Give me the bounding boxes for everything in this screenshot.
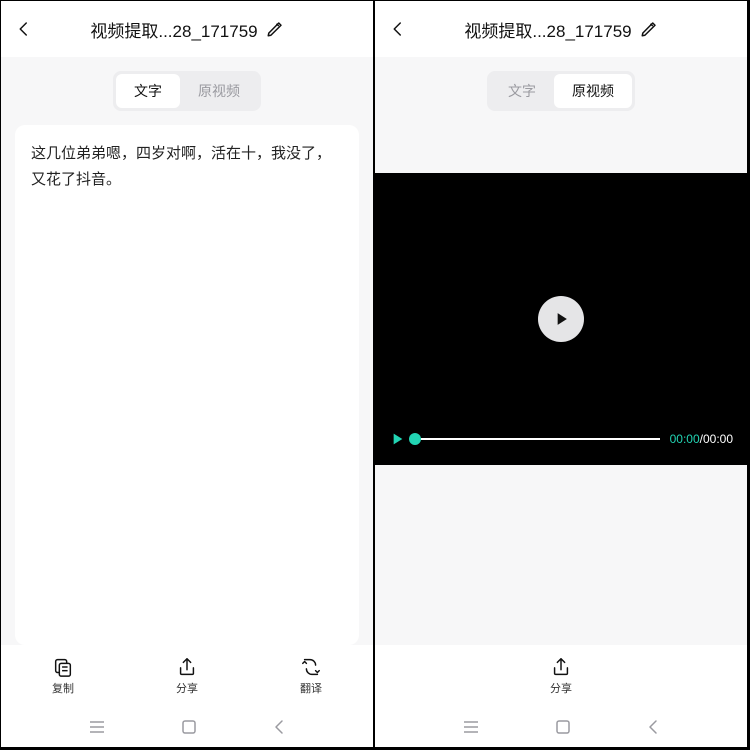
small-play-button[interactable] [389, 431, 405, 447]
header: 视频提取...28_171759 [375, 1, 747, 57]
back-button[interactable] [389, 20, 417, 38]
video-player[interactable]: 00:00/00:00 [375, 173, 747, 465]
play-icon [389, 431, 405, 447]
video-top-gap [375, 125, 747, 173]
edit-button[interactable] [266, 20, 284, 38]
system-nav [375, 707, 747, 747]
pane-video: 视频提取...28_171759 文字 原视频 0 [374, 0, 748, 748]
nav-home[interactable] [555, 719, 571, 735]
pencil-icon [640, 20, 658, 38]
transcript-card: 这几位弟弟嗯，四岁对啊，活在十，我没了，又花了抖音。 [15, 125, 359, 645]
copy-icon [52, 656, 74, 678]
share-label: 分享 [176, 680, 198, 696]
chevron-left-icon [646, 719, 660, 735]
nav-home[interactable] [181, 719, 197, 735]
translate-icon [300, 656, 322, 678]
play-button[interactable] [538, 296, 584, 342]
chevron-left-icon [389, 20, 407, 38]
content-area: 这几位弟弟嗯，四岁对啊，活在十，我没了，又花了抖音。 [1, 125, 373, 645]
share-label: 分享 [550, 680, 572, 696]
title-wrap: 视频提取...28_171759 [417, 17, 705, 42]
page-title: 视频提取...28_171759 [464, 17, 631, 42]
progress-thumb[interactable] [409, 433, 421, 445]
chevron-left-icon [15, 20, 33, 38]
square-icon [181, 719, 197, 735]
pane-text: 视频提取...28_171759 文字 原视频 这几位弟弟嗯，四岁对啊，活在十，… [0, 0, 374, 748]
tab-bar: 文字 原视频 [375, 57, 747, 125]
bottom-bar: 分享 [375, 645, 747, 707]
time-total: 00:00 [703, 432, 733, 446]
title-wrap: 视频提取...28_171759 [43, 17, 331, 42]
tab-bar: 文字 原视频 [1, 57, 373, 125]
nav-menu[interactable] [462, 720, 480, 734]
translate-label: 翻译 [300, 680, 322, 696]
tabs: 文字 原视频 [113, 71, 261, 111]
time-display: 00:00/00:00 [670, 432, 733, 446]
nav-menu[interactable] [88, 720, 106, 734]
menu-icon [88, 720, 106, 734]
chevron-left-icon [272, 719, 286, 735]
tab-video[interactable]: 原视频 [554, 74, 632, 108]
share-icon [176, 656, 198, 678]
copy-button[interactable]: 复制 [33, 656, 93, 696]
tabs: 文字 原视频 [487, 71, 635, 111]
copy-label: 复制 [52, 680, 74, 696]
nav-back[interactable] [272, 719, 286, 735]
page-title: 视频提取...28_171759 [90, 17, 257, 42]
header: 视频提取...28_171759 [1, 1, 373, 57]
menu-icon [462, 720, 480, 734]
tab-text[interactable]: 文字 [116, 74, 180, 108]
time-current: 00:00 [670, 432, 700, 446]
tab-text[interactable]: 文字 [490, 74, 554, 108]
square-icon [555, 719, 571, 735]
system-nav [1, 707, 373, 747]
share-button[interactable]: 分享 [157, 656, 217, 696]
edit-button[interactable] [640, 20, 658, 38]
nav-back[interactable] [646, 719, 660, 735]
share-button[interactable]: 分享 [531, 656, 591, 696]
translate-button[interactable]: 翻译 [281, 656, 341, 696]
share-icon [550, 656, 572, 678]
video-controls: 00:00/00:00 [389, 431, 733, 447]
video-bottom-gap [375, 465, 747, 645]
play-icon [551, 309, 571, 329]
pencil-icon [266, 20, 284, 38]
tab-video[interactable]: 原视频 [180, 74, 258, 108]
back-button[interactable] [15, 20, 43, 38]
progress-bar[interactable] [415, 438, 660, 440]
content-area: 00:00/00:00 [375, 125, 747, 645]
bottom-bar: 复制 分享 翻译 [1, 645, 373, 707]
